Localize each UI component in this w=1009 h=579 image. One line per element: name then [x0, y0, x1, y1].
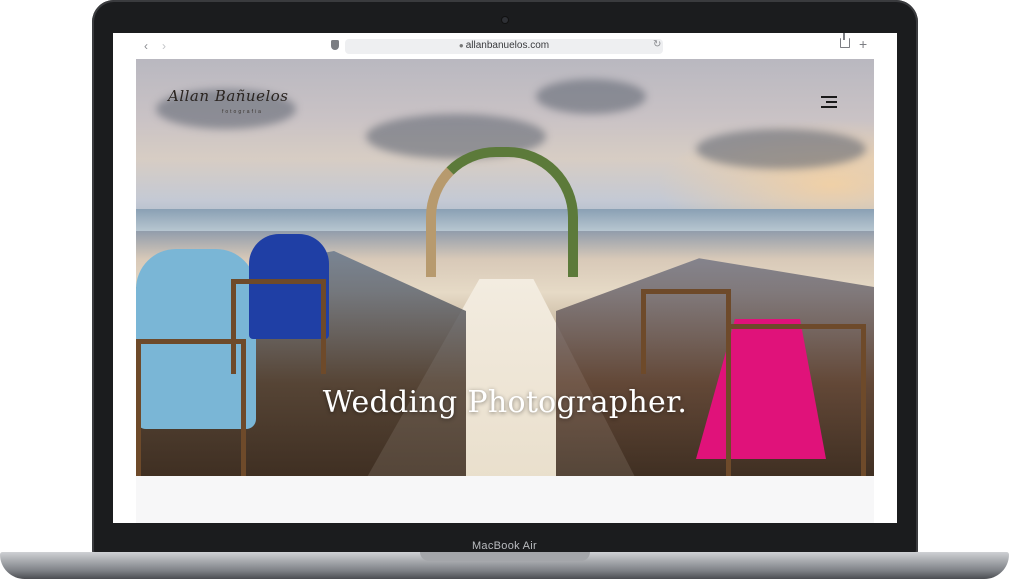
cloud [536, 79, 646, 114]
browser-toolbar: ‹ › ● allanbanuelos.com ↻ + [113, 33, 897, 59]
hero-title: Wedding Photographer. [322, 385, 688, 420]
url-text: allanbanuelos.com [465, 40, 550, 51]
address-bar[interactable]: ● allanbanuelos.com [345, 39, 663, 54]
ceremony-arch [426, 147, 578, 277]
laptop-screen: ‹ › ● allanbanuelos.com ↻ + Allan Bañuelo… [113, 33, 897, 523]
reload-icon[interactable]: ↻ [653, 39, 661, 50]
hamburger-menu-icon[interactable] [821, 95, 837, 109]
back-arrow-icon[interactable]: ‹ [144, 39, 148, 53]
chair [231, 279, 326, 374]
cloud [696, 129, 866, 169]
forward-arrow-icon[interactable]: › [162, 39, 166, 53]
camera [502, 17, 508, 23]
site-logo-subtitle: fotografia [222, 109, 263, 115]
plus-icon[interactable]: + [859, 36, 867, 52]
laptop-notch [420, 552, 590, 561]
shield-icon[interactable] [331, 40, 339, 50]
site-logo[interactable]: Allan Bañuelos [168, 87, 289, 105]
lock-icon: ● [458, 41, 464, 50]
share-icon[interactable] [840, 33, 850, 48]
page-content-area [136, 476, 874, 523]
hero-image: Allan Bañuelos fotografia Wedding Photog… [136, 59, 874, 476]
device-label: MacBook Air [471, 540, 538, 552]
chair [641, 289, 731, 374]
